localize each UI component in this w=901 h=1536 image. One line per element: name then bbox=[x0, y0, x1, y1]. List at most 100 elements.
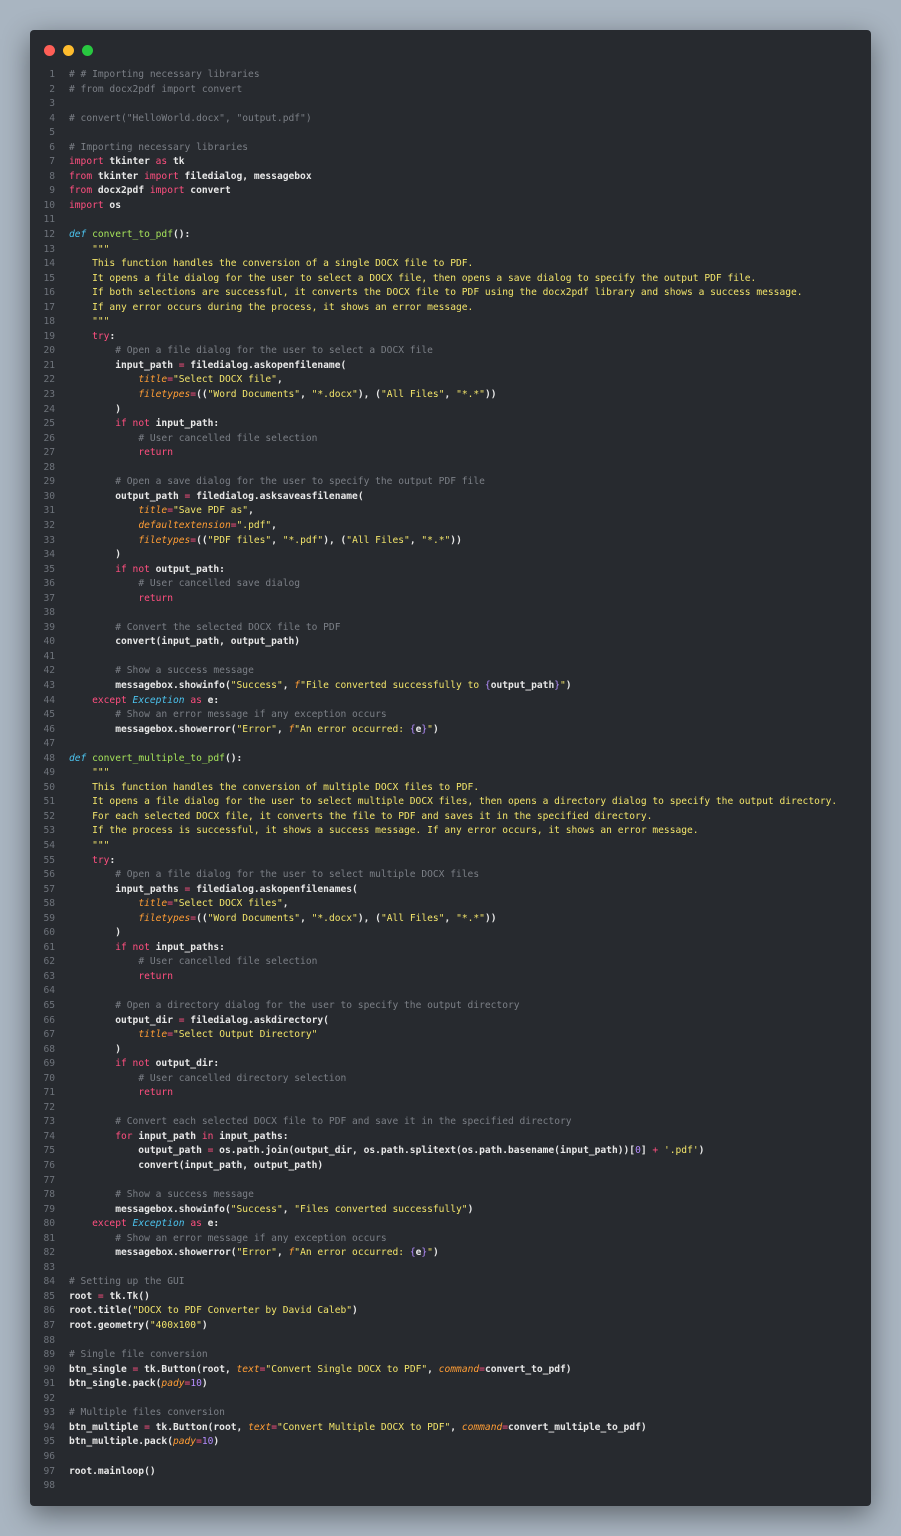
code-token: "*.docx" bbox=[311, 912, 358, 924]
line-number: 82 bbox=[43, 1247, 55, 1259]
line-number: 50 bbox=[43, 781, 55, 793]
code-token: filedialog.askdirectory( bbox=[184, 1014, 329, 1026]
code-token: "*.*" bbox=[421, 534, 451, 546]
code-token: if not bbox=[115, 563, 150, 575]
line-number: 54 bbox=[43, 839, 55, 851]
code-token: # convert("HelloWorld.docx", "output.pdf… bbox=[69, 112, 312, 124]
code-token: output_path bbox=[69, 1145, 208, 1157]
line-number: 19 bbox=[43, 330, 55, 342]
code-token: "Word Documents" bbox=[207, 912, 301, 924]
code-token: ), ( bbox=[357, 389, 381, 401]
line-number: 12 bbox=[43, 229, 55, 241]
code-token: text bbox=[236, 1363, 260, 1375]
line-source: except Exception as e: bbox=[69, 1217, 219, 1232]
code-token: , bbox=[282, 1203, 295, 1215]
code-line: 45 # Show an error message if any except… bbox=[30, 708, 871, 723]
code-token: pady bbox=[161, 1378, 185, 1390]
code-token: ) bbox=[432, 723, 439, 735]
code-line: 43 messagebox.showinfo("Success", f"File… bbox=[30, 679, 871, 694]
code-line: 51 It opens a file dialog for the user t… bbox=[30, 795, 871, 810]
line-number: 70 bbox=[43, 1072, 55, 1084]
line-number: 37 bbox=[43, 592, 55, 604]
code-token: filetypes bbox=[138, 912, 191, 924]
line-number: 66 bbox=[43, 1014, 55, 1026]
code-token: # Open a file dialog for the user to sel… bbox=[115, 345, 433, 357]
line-source: # Open a directory dialog for the user t… bbox=[69, 999, 519, 1014]
code-line: 12 def convert_to_pdf(): bbox=[30, 228, 871, 243]
code-token: ".pdf" bbox=[236, 519, 272, 531]
zoom-dot-icon[interactable] bbox=[82, 45, 93, 56]
line-number: 47 bbox=[43, 738, 55, 750]
line-number: 32 bbox=[43, 519, 55, 531]
line-source: convert(input_path, output_path) bbox=[69, 635, 300, 650]
line-number: 26 bbox=[43, 432, 55, 444]
code-line: 82 messagebox.showerror("Error", f"An er… bbox=[30, 1246, 871, 1261]
line-number: 28 bbox=[43, 461, 55, 473]
code-token: output_path: bbox=[149, 563, 225, 575]
line-source: # Show a success message bbox=[69, 664, 254, 679]
code-token: # from docx2pdf import convert bbox=[69, 83, 243, 95]
line-number: 25 bbox=[43, 418, 55, 430]
line-source: title="Select DOCX files", bbox=[69, 897, 288, 912]
code-line: 37 return bbox=[30, 592, 871, 607]
line-number: 94 bbox=[43, 1421, 55, 1433]
code-token: root.mainloop() bbox=[69, 1465, 156, 1477]
code-token: "*.*" bbox=[456, 912, 485, 924]
code-token: def bbox=[69, 752, 87, 764]
line-number: 31 bbox=[43, 505, 55, 517]
code-line: 40 convert(input_path, output_path) bbox=[30, 635, 871, 650]
line-number: 17 bbox=[43, 301, 55, 313]
line-source: try: bbox=[69, 330, 115, 345]
code-line: 39 # Convert the selected DOCX file to P… bbox=[30, 621, 871, 636]
code-line: 67 title="Select Output Directory" bbox=[30, 1028, 871, 1043]
code-line: 79 messagebox.showinfo("Success", "Files… bbox=[30, 1203, 871, 1218]
code-token: # Single file conversion bbox=[69, 1349, 208, 1361]
minimize-dot-icon[interactable] bbox=[63, 45, 74, 56]
code-token: This function handles the conversion of … bbox=[69, 781, 480, 793]
code-token: as bbox=[155, 156, 168, 168]
line-number: 14 bbox=[43, 258, 55, 270]
line-number: 13 bbox=[43, 243, 55, 255]
code-editor[interactable]: 1 # # Importing necessary libraries 2 # fro… bbox=[30, 68, 871, 1494]
line-source: # Multiple files conversion bbox=[69, 1406, 225, 1421]
code-token: If the process is successful, it shows a… bbox=[69, 825, 699, 837]
code-token: title bbox=[138, 374, 168, 386]
code-token: except bbox=[92, 694, 127, 706]
code-token: "Error" bbox=[236, 723, 277, 735]
code-line: 98 bbox=[30, 1479, 871, 1494]
line-source: return bbox=[69, 970, 173, 985]
code-token: input_paths: bbox=[213, 1130, 289, 1142]
line-source: # User cancelled file selection bbox=[69, 955, 317, 970]
code-token: # Show an error message if any exception… bbox=[115, 1232, 387, 1244]
code-token: "Select Output Directory" bbox=[172, 1029, 318, 1041]
code-token: root bbox=[69, 1290, 98, 1302]
code-token: "Save PDF as" bbox=[172, 505, 249, 517]
code-token: "File converted successfully to bbox=[300, 679, 485, 691]
line-number: 46 bbox=[43, 723, 55, 735]
code-token: ) bbox=[352, 1305, 358, 1317]
line-source: from docx2pdf import convert bbox=[69, 184, 231, 199]
line-source: return bbox=[69, 446, 173, 461]
line-number: 57 bbox=[43, 883, 55, 895]
code-token: (( bbox=[196, 534, 208, 546]
code-token: convert_to_pdf bbox=[92, 229, 173, 241]
line-source: except Exception as e: bbox=[69, 694, 219, 709]
code-token: # Open a save dialog for the user to spe… bbox=[115, 476, 485, 488]
line-source: btn_multiple = tk.Button(root, text="Con… bbox=[69, 1421, 647, 1436]
code-token: "An error occurred: bbox=[294, 723, 410, 735]
code-token: for bbox=[115, 1130, 133, 1142]
line-source: if not output_path: bbox=[69, 563, 225, 578]
code-line: 90 btn_single = tk.Button(root, text="Con… bbox=[30, 1363, 871, 1378]
code-token: "Select DOCX files" bbox=[172, 898, 283, 910]
code-token: except bbox=[92, 1218, 127, 1230]
line-source: If the process is successful, it shows a… bbox=[69, 824, 699, 839]
close-dot-icon[interactable] bbox=[44, 45, 55, 56]
line-number: 84 bbox=[43, 1276, 55, 1288]
code-line: 74 for input_path in input_paths: bbox=[30, 1130, 871, 1145]
line-source: It opens a file dialog for the user to s… bbox=[69, 795, 837, 810]
line-number: 96 bbox=[43, 1450, 55, 1462]
code-line: 16 If both selections are successful, it… bbox=[30, 286, 871, 301]
